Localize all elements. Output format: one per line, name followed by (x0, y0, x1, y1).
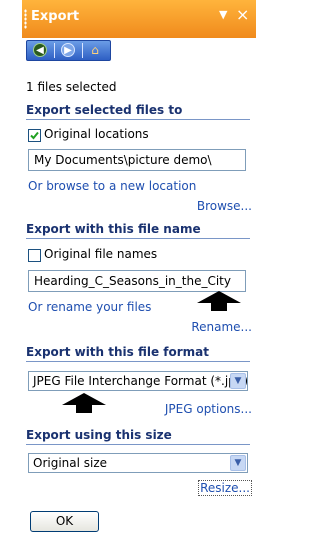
original-file-names-label: Original file names (44, 247, 158, 261)
grip-handle[interactable] (24, 9, 27, 29)
pane-menu-dropdown-icon[interactable]: ▼ (219, 8, 227, 21)
home-icon[interactable]: ⌂ (88, 43, 102, 57)
ok-button[interactable]: OK (30, 511, 99, 532)
export-size-dropdown[interactable]: Original size ▼ (28, 453, 248, 473)
section-heading-filename: Export with this file name (26, 222, 250, 239)
navigation-bar: ◀ ▶ ⌂ (26, 40, 111, 61)
up-arrow-annotation-icon (197, 291, 241, 311)
jpeg-options-link[interactable]: JPEG options... (165, 402, 252, 416)
chevron-down-icon[interactable]: ▼ (230, 373, 246, 389)
section-heading-location: Export selected files to (26, 103, 250, 120)
section-heading-size: Export using this size (26, 428, 250, 445)
file-format-value: JPEG File Interchange Format (*.jpg) (33, 374, 248, 388)
browse-location-link[interactable]: Or browse to a new location (28, 179, 196, 193)
export-size-value: Original size (33, 456, 108, 470)
back-arrow-icon[interactable]: ◀ (33, 43, 47, 57)
section-heading-format: Export with this file format (26, 345, 250, 362)
rename-link[interactable]: Rename... (191, 320, 252, 334)
checkmark-icon (30, 131, 39, 140)
browse-link[interactable]: Browse... (197, 199, 252, 213)
original-locations-label: Original locations (44, 127, 149, 141)
destination-path-field[interactable]: My Documents\picture demo\ (28, 149, 246, 171)
original-file-names-checkbox[interactable] (28, 249, 41, 262)
chevron-down-icon[interactable]: ▼ (230, 455, 246, 471)
forward-arrow-icon[interactable]: ▶ (61, 43, 75, 57)
export-task-pane: Export ▼ × ◀ ▶ ⌂ 1 files selected Export… (22, 0, 256, 535)
file-name-field[interactable]: Hearding_C_Seasons_in_the_City (28, 270, 246, 292)
pane-close-icon[interactable]: × (236, 5, 249, 24)
rename-files-hint[interactable]: Or rename your files (28, 300, 151, 314)
pane-title: Export (31, 9, 80, 24)
nav-separator (82, 43, 83, 58)
resize-link[interactable]: Resize... (198, 480, 252, 496)
original-locations-checkbox[interactable] (28, 129, 41, 142)
nav-separator (54, 43, 55, 58)
selection-count: 1 files selected (26, 80, 117, 94)
pane-titlebar: Export ▼ × (22, 0, 256, 38)
file-format-dropdown[interactable]: JPEG File Interchange Format (*.jpg) ▼ (28, 371, 248, 391)
up-arrow-annotation-icon (62, 393, 106, 413)
